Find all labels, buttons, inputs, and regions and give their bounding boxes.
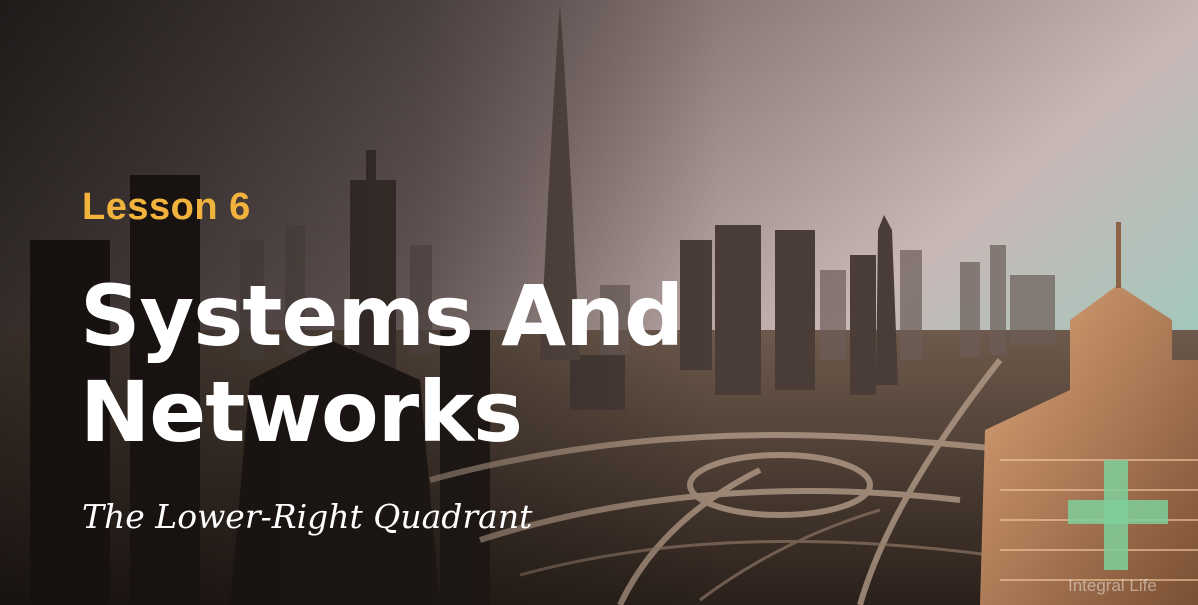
lesson-slide: Lesson 6 Systems And Networks The Lower-… <box>0 0 1198 605</box>
lesson-title: Systems And Networks <box>80 268 780 460</box>
lesson-title-line: Systems And <box>80 267 684 365</box>
lesson-subtitle: The Lower-Right Quadrant <box>82 497 533 536</box>
brand-watermark: Integral Life <box>1068 576 1157 595</box>
lesson-number: Lesson 6 <box>82 186 251 228</box>
plus-cross-icon <box>1068 460 1168 570</box>
lesson-title-line: Networks <box>80 363 523 461</box>
